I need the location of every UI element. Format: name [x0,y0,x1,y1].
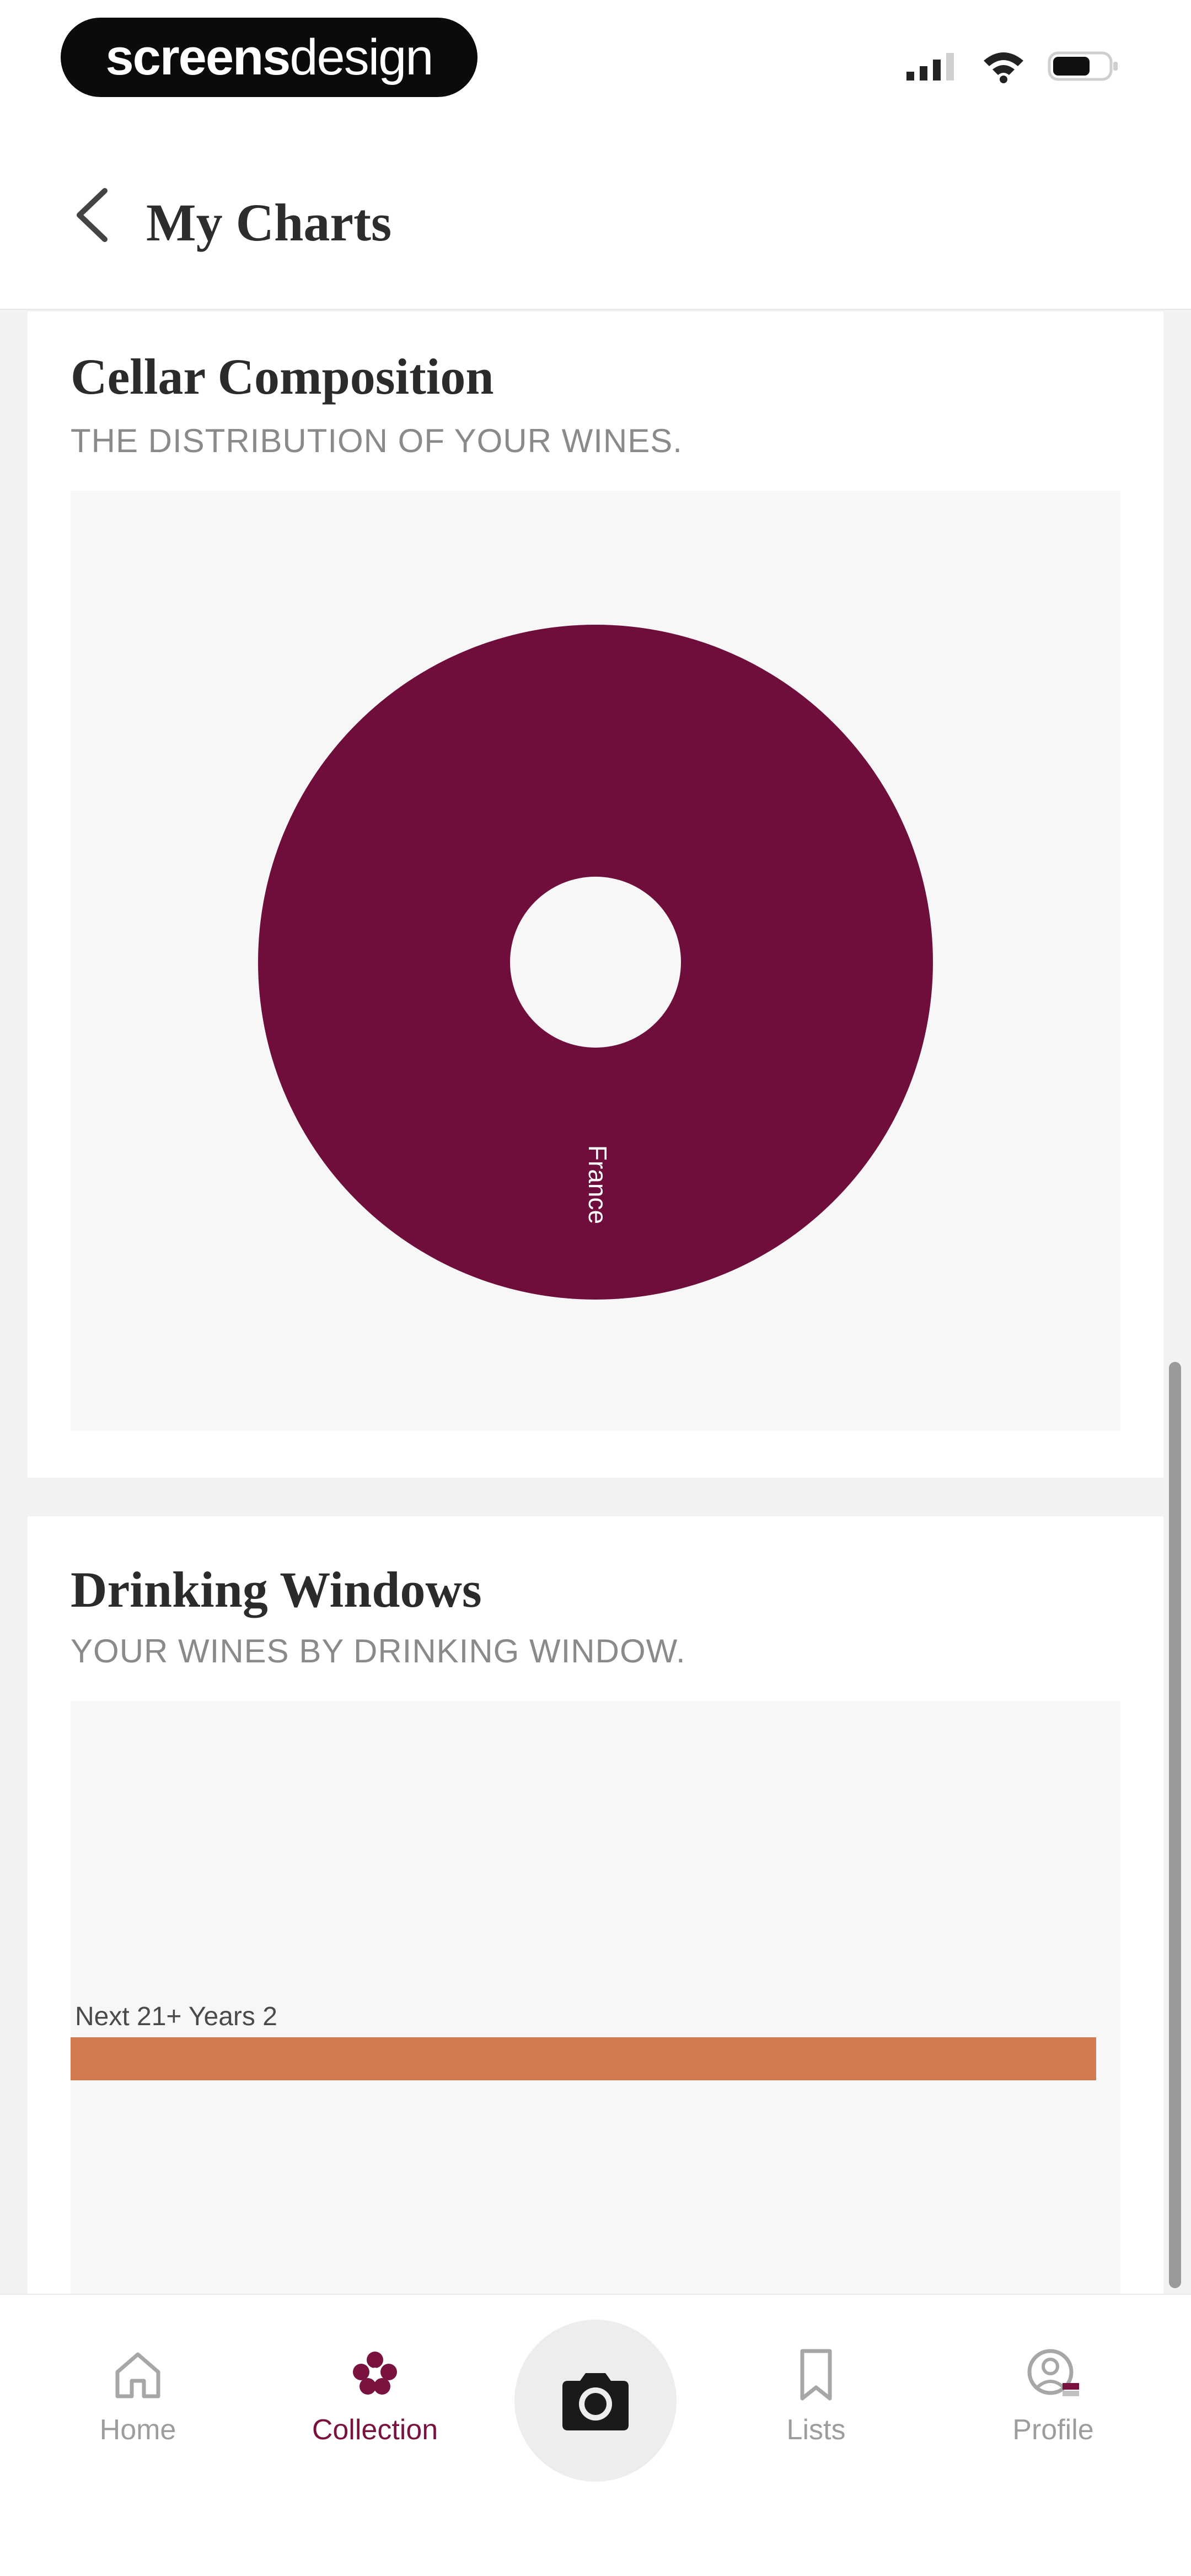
signal-icon [906,53,954,80]
back-button[interactable] [61,176,127,254]
status-icons [904,49,1119,84]
bar-next-21-years[interactable] [71,2037,1096,2080]
drinking-windows-card: Drinking Windows YOUR WINES BY DRINKING … [28,1516,1163,2294]
page-title: My Charts [146,193,392,252]
camera-button[interactable] [514,2320,677,2482]
chevron-left-icon [77,188,108,242]
home-icon [115,2352,160,2398]
watermark-bold: screens [105,29,291,85]
battery-icon [1048,51,1118,81]
bar-label: Next 21+ Years 2 [75,2002,277,2031]
tab-profile-label: Profile [1012,2414,1094,2446]
cellar-composition-title: Cellar Composition [71,348,494,405]
screensdesign-watermark: screens design [61,18,478,97]
cellar-composition-subtitle: THE DISTRIBUTION OF YOUR WINES. [71,422,683,459]
cellar-composition-chart[interactable]: France [71,491,1120,1431]
tab-bar: Home Collection Lists Profile [0,2294,1191,2576]
wifi-icon [984,52,1023,83]
donut-chart[interactable]: France [71,491,1120,1431]
profile-icon [1027,2349,1079,2396]
tab-lists[interactable]: Lists [733,2344,899,2446]
camera-icon [562,2373,629,2430]
tab-collection-label: Collection [312,2414,438,2446]
tab-profile[interactable]: Profile [970,2344,1136,2446]
drinking-windows-title: Drinking Windows [71,1561,482,1618]
tab-home[interactable]: Home [55,2344,221,2446]
tab-lists-label: Lists [786,2414,846,2446]
watermark-light: design [289,29,433,85]
drinking-windows-subtitle: YOUR WINES BY DRINKING WINDOW. [71,1633,686,1670]
drinking-windows-chart[interactable]: Next 21+ Years 2 [71,1701,1120,2294]
status-bar: screens design [0,0,1191,121]
bookmark-icon [800,2349,832,2401]
cellar-composition-card: Cellar Composition THE DISTRIBUTION OF Y… [28,312,1163,1478]
tab-collection[interactable]: Collection [292,2344,458,2446]
tab-home-label: Home [99,2414,176,2446]
bar-chart[interactable]: Next 21+ Years 2 [71,1701,1120,2294]
header: My Charts [0,121,1191,310]
donut-label-france: France [583,1145,612,1224]
collection-icon [353,2352,397,2395]
scrollbar[interactable] [1169,1362,1181,2288]
